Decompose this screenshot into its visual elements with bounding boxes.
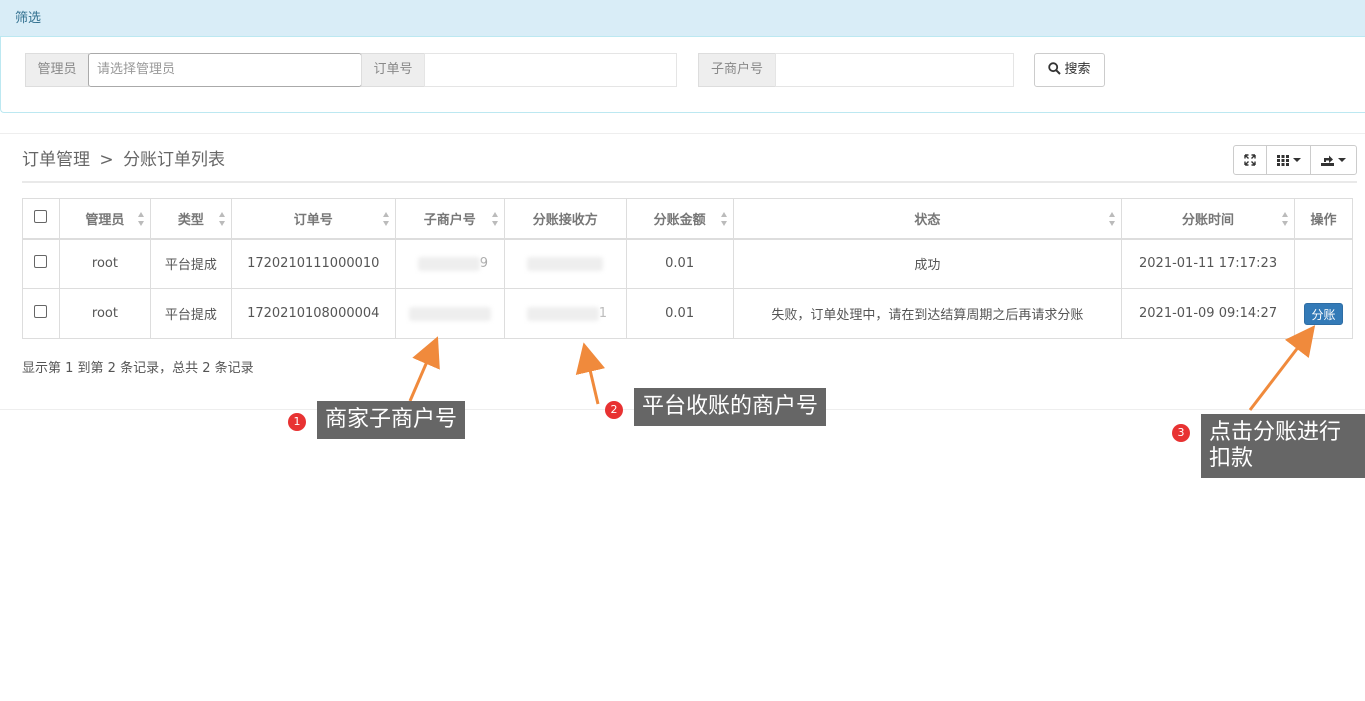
type-cell: 平台提成 [149,238,232,289]
time-cell: 2021-01-09 09:14:27 [1121,288,1295,339]
sub-merchant-input[interactable] [775,53,1014,87]
sub-merchant-label: 子商户号 [698,53,776,87]
column-header-label: 操作 [1310,212,1337,228]
filter-panel-header: 筛选 [0,0,1365,37]
amount-cell: 0.01 [625,288,734,339]
receiver-cell [503,238,627,289]
annotation-badge-2: 2 [605,401,623,419]
column-header-label: 分账金额 [653,212,706,228]
columns-icon [1276,154,1289,166]
split-order-table: 管理员 类型 订单号 子商户号 分账接收方 分账金额 状态 分账时间 操作 ro… [22,198,1354,339]
redacted-blur [526,306,599,321]
receiver-cell: 1 [503,288,627,339]
title-rule [22,181,1357,183]
row-select-cell [22,238,60,289]
column-header-type[interactable]: 类型 [149,198,232,240]
table-toolbar [1233,145,1357,175]
column-header-label: 状态 [914,212,941,228]
sort-icon [218,212,226,226]
redacted-blur [417,256,480,271]
row-checkbox[interactable] [34,255,48,269]
annotation-callout-3: 点击分账进行扣款 [1201,414,1365,478]
search-button[interactable]: 搜索 [1034,53,1105,87]
admin-label: 管理员 [25,53,89,87]
pagination-summary: 显示第 1 到第 2 条记录，总共 2 条记录 [22,361,254,376]
annotation-arrow-3 [1248,325,1316,411]
table-row: root 平台提成 1720210108000004 1 0.01 失败，订单处… [22,288,1354,339]
annotation-callout-1: 商家子商户号 [317,401,466,439]
redacted-blur [408,306,491,321]
annotation-arrow-2 [575,342,606,405]
action-cell: 分账 [1293,288,1354,339]
type-cell: 平台提成 [149,288,232,339]
search-icon [1048,62,1062,75]
section-divider [0,133,1365,134]
table-row: root 平台提成 1720210111000010 9 0.01 成功 202… [22,238,1354,289]
column-header-admin[interactable]: 管理员 [58,198,151,240]
column-header-label: 子商户号 [423,212,476,228]
select-all-checkbox[interactable] [34,209,48,223]
sub-merchant-cell [394,288,505,339]
column-header-order-no[interactable]: 订单号 [230,198,396,240]
table-header-row: 管理员 类型 订单号 子商户号 分账接收方 分账金额 状态 分账时间 操作 [22,198,1354,240]
order-no-cell: 1720210108000004 [230,288,396,339]
column-header-sub-merchant[interactable]: 子商户号 [394,198,505,240]
search-button-label: 搜索 [1064,62,1091,77]
order-no-label: 订单号 [361,53,425,87]
annotation-badge-3: 3 [1172,424,1190,442]
select-all-cell [22,198,60,240]
receiver-visible: 1 [598,306,607,321]
order-no-cell: 1720210111000010 [230,238,396,289]
column-header-label: 管理员 [85,212,125,228]
annotation-callout-2: 平台收账的商户号 [634,388,827,426]
breadcrumb-current: 分账订单列表 [123,150,226,170]
time-cell: 2021-01-11 17:17:23 [1121,238,1295,289]
column-header-status[interactable]: 状态 [732,198,1123,240]
annotation-arrow-1 [408,336,440,402]
chevron-down-icon [1338,158,1346,162]
breadcrumb-separator: > [99,150,114,170]
sort-icon [720,212,728,226]
column-header-time[interactable]: 分账时间 [1121,198,1295,240]
sort-icon [1109,212,1116,226]
sort-icon [491,212,499,226]
columns-toggle-button[interactable] [1266,145,1311,175]
fullscreen-button[interactable] [1233,145,1267,175]
row-checkbox[interactable] [34,305,48,318]
split-button[interactable]: 分账 [1304,302,1343,325]
column-header-action: 操作 [1293,198,1354,240]
amount-cell: 0.01 [625,238,734,289]
column-header-amount[interactable]: 分账金额 [625,198,734,240]
column-header-label: 订单号 [293,212,333,228]
column-header-label: 分账时间 [1182,212,1235,228]
redacted-blur [527,256,604,271]
sub-merchant-cell: 9 [394,238,505,289]
sort-icon [382,212,390,226]
row-select-cell [22,288,60,339]
admin-cell: root [58,238,151,289]
column-header-receiver[interactable]: 分账接收方 [503,198,627,240]
sort-icon [1281,212,1289,226]
export-button[interactable] [1310,145,1357,175]
fullscreen-icon [1244,154,1256,166]
column-header-label: 分账接收方 [532,212,598,228]
column-header-label: 类型 [177,212,204,228]
sort-icon [137,212,145,226]
admin-select[interactable]: 请选择管理员 [88,53,362,87]
chevron-down-icon [1292,158,1301,162]
sub-merchant-visible: 9 [479,256,489,272]
breadcrumb: 订单管理 > 分账订单列表 [22,147,225,173]
export-icon [1321,155,1334,166]
action-cell [1293,238,1354,289]
status-cell: 成功 [732,238,1123,289]
annotation-badge-1: 1 [288,413,306,431]
breadcrumb-root: 订单管理 [22,150,90,170]
admin-cell: root [58,288,151,339]
order-no-input[interactable] [424,53,677,87]
status-cell: 失败，订单处理中，请在到达结算周期之后再请求分账 [732,288,1123,339]
